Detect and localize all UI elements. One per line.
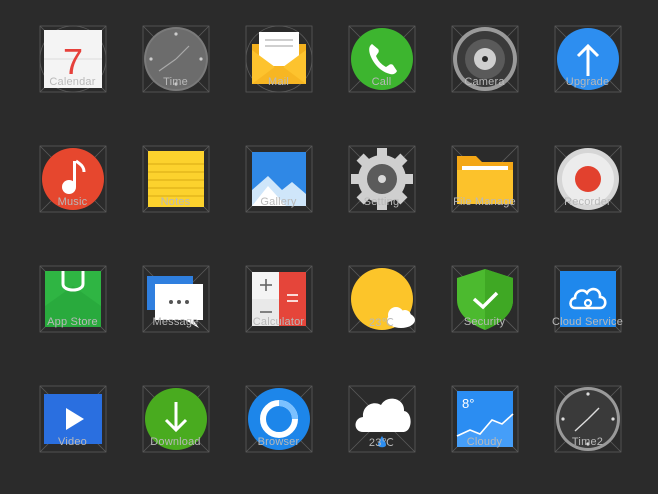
app-label: Upgrade [565, 76, 610, 88]
app-app-store[interactable]: App Store [21, 240, 124, 360]
app-download[interactable]: Download [124, 360, 227, 480]
app-cloudy[interactable]: 8° Cloudy [433, 360, 536, 480]
app-security[interactable]: Security [433, 240, 536, 360]
app-upgrade[interactable]: Upgrade [536, 0, 639, 120]
cloudy-temp: 8° [462, 396, 474, 411]
app-video[interactable]: Video [21, 360, 124, 480]
app-calendar[interactable]: 7 Calendar [21, 0, 124, 120]
app-file-manage[interactable]: File Manage [433, 120, 536, 240]
app-camera[interactable]: Camera [433, 0, 536, 120]
app-label: Recorder [564, 196, 611, 208]
app-label: Cloud Service [551, 316, 624, 328]
app-recorder[interactable]: Recorder [536, 120, 639, 240]
app-label: Time2 [571, 436, 604, 448]
app-music[interactable]: Music [21, 120, 124, 240]
app-time2[interactable]: Time2 [536, 360, 639, 480]
app-message[interactable]: Message [124, 240, 227, 360]
app-gallery[interactable]: Gallery [227, 120, 330, 240]
app-call[interactable]: Call [330, 0, 433, 120]
app-mail[interactable]: Mail [227, 0, 330, 120]
app-notes[interactable]: Notes [124, 120, 227, 240]
app-icon-grid: 7 Calendar Time Mail Call Camera Upgrade… [0, 0, 658, 494]
app-weather-sun[interactable]: 23℃ [330, 240, 433, 360]
app-time[interactable]: Time [124, 0, 227, 120]
app-browser[interactable]: Browser [227, 360, 330, 480]
app-setting[interactable]: Setting [330, 120, 433, 240]
app-weather-rain[interactable]: 23℃ [330, 360, 433, 480]
app-calculator[interactable]: Calculator [227, 240, 330, 360]
app-cloud-service[interactable]: Cloud Service [536, 240, 639, 360]
